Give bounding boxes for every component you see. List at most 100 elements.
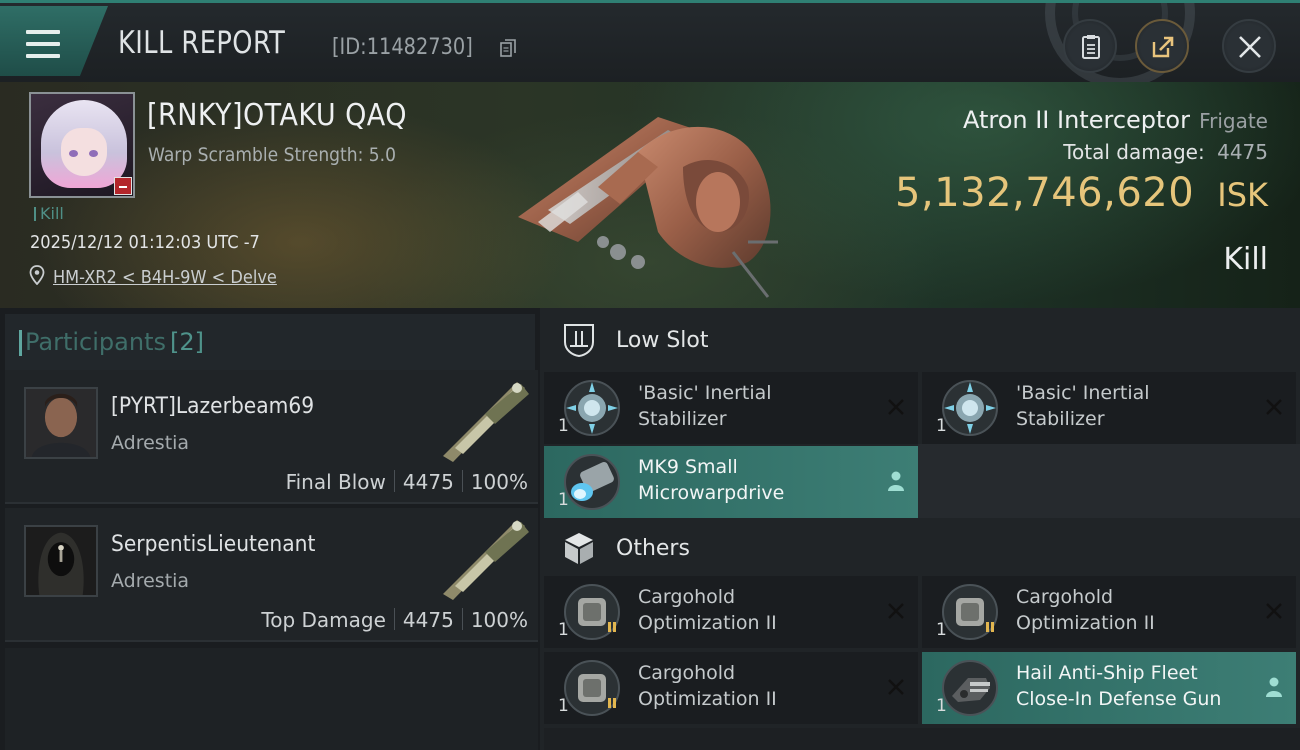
module-quantity: 1 — [936, 620, 947, 640]
dropped-person-icon — [888, 471, 904, 491]
module-name-line2: Optimization II — [1016, 612, 1155, 634]
module-slot[interactable]: 1 Cargohold Optimization II — [922, 576, 1296, 648]
module-name: Cargohold Optimization II — [1016, 584, 1256, 636]
kill-datetime: 2025/12/12 01:12:03 UTC -7 — [30, 232, 260, 253]
participant-damage: 4475 — [402, 470, 454, 494]
warp-scramble-strength: Warp Scramble Strength: 5.0 — [148, 144, 396, 166]
participant-row[interactable]: SerpentisLieutenant Adrestia Top Damage 4… — [5, 508, 538, 642]
notes-icon — [1082, 35, 1100, 59]
module-slot[interactable]: 1 'Basic' Inertial Stabilizer — [544, 372, 918, 444]
close-button[interactable] — [1222, 19, 1276, 73]
destroyed-icon — [888, 679, 904, 695]
participants-title: Participants [2] — [19, 328, 204, 356]
participant-percent: 100% — [470, 608, 528, 632]
copy-icon[interactable] — [500, 39, 516, 57]
header-bar: KILL REPORT [ID:11482730] — [0, 0, 1300, 85]
module-slot[interactable]: 1 Hail Anti-Ship Fleet Close-In Defense … — [922, 652, 1296, 724]
participant-percent: 100% — [470, 470, 528, 494]
module-name-line1: MK9 Small — [638, 456, 738, 478]
share-icon — [1152, 36, 1174, 58]
module-name-line2: Close-In Defense Gun — [1016, 688, 1222, 710]
participant-portrait — [24, 525, 98, 597]
module-slot[interactable]: 1 MK9 Small Microwarpdrive — [544, 446, 918, 518]
participant-corp: Adrestia — [111, 432, 190, 454]
module-name-line1: 'Basic' Inertial — [1016, 382, 1150, 404]
avatar-eye — [69, 150, 78, 157]
module-name-line2: Microwarpdrive — [638, 482, 785, 504]
participant-row[interactable]: [PYRT]Lazerbeam69 Adrestia Final Blow 447… — [5, 370, 538, 504]
cargohold-optimization-icon — [564, 584, 620, 640]
participant-role: Final Blow — [285, 470, 386, 494]
module-quantity: 1 — [558, 416, 569, 436]
low-slot-icon — [564, 324, 594, 358]
module-quantity: 1 — [558, 490, 569, 510]
menu-icon — [26, 30, 62, 58]
module-slot[interactable]: 1 Cargohold Optimization II — [544, 652, 918, 724]
participant-corp: Adrestia — [111, 570, 190, 592]
module-name-line2: Stabilizer — [638, 408, 727, 430]
module-name: Cargohold Optimization II — [638, 584, 878, 636]
ship-render — [518, 117, 778, 298]
participants-count: [2] — [169, 328, 204, 356]
module-quantity: 1 — [558, 620, 569, 640]
dropped-person-icon — [1266, 677, 1282, 697]
module-slot[interactable]: 1 'Basic' Inertial Stabilizer — [922, 372, 1296, 444]
participants-empty-area — [5, 648, 538, 750]
participant-stats: Final Blow 4475 100% — [286, 470, 528, 494]
participants-header[interactable]: Participants [2] — [5, 314, 535, 370]
participant-stats: Top Damage 4475 100% — [261, 608, 528, 632]
microwarpdrive-icon — [564, 454, 620, 510]
module-name: 'Basic' Inertial Stabilizer — [1016, 380, 1256, 432]
low-slot-label: Low Slot — [616, 328, 709, 353]
module-slot[interactable]: 1 Cargohold Optimization II — [544, 576, 918, 648]
share-button[interactable] — [1135, 19, 1189, 73]
menu-button[interactable] — [0, 6, 108, 76]
location-pin-icon — [29, 265, 45, 285]
module-name-line1: Cargohold — [1016, 586, 1114, 608]
module-name: Cargohold Optimization II — [638, 660, 878, 712]
participant-name: SerpentisLieutenant — [111, 532, 316, 557]
module-name-line1: 'Basic' Inertial — [638, 382, 772, 404]
participant-role: Top Damage — [261, 608, 386, 632]
module-quantity: 1 — [936, 696, 947, 716]
fitting-panel: Low Slot 1 'Basic' Inertial Stabilizer 1… — [540, 308, 1300, 750]
others-header: Others — [544, 518, 1300, 580]
victim-summary: [RNKY]OTAKU QAQ Warp Scramble Strength: … — [0, 82, 1300, 308]
cargohold-optimization-icon — [564, 660, 620, 716]
module-name: MK9 Small Microwarpdrive — [638, 454, 878, 506]
others-label: Others — [616, 536, 690, 561]
participant-damage: 4475 — [402, 608, 454, 632]
avatar-face — [61, 128, 107, 176]
module-name-line1: Cargohold — [638, 586, 736, 608]
defense-gun-icon — [942, 660, 998, 716]
weapon-icon — [443, 520, 529, 600]
notes-button[interactable] — [1063, 19, 1117, 73]
module-name-line2: Optimization II — [638, 688, 777, 710]
avatar-eye — [89, 150, 98, 157]
participant-portrait — [24, 387, 98, 459]
empty-slot — [918, 444, 1300, 518]
isk-unit: ISK — [1217, 176, 1268, 214]
cargohold-optimization-icon — [942, 584, 998, 640]
fitting-bottom-band — [544, 728, 1300, 750]
cargo-box-icon — [565, 533, 593, 564]
inertial-stabilizer-icon — [564, 380, 620, 436]
kill-outcome: Kill — [1223, 242, 1268, 277]
module-quantity: 1 — [558, 696, 569, 716]
destroyed-icon — [888, 399, 904, 415]
isk-value-line: 5,132,746,620 ISK — [895, 170, 1268, 216]
victim-name[interactable]: [RNKY]OTAKU QAQ — [147, 98, 407, 133]
standing-badge — [114, 177, 132, 195]
destroyed-icon — [1266, 603, 1282, 619]
weapon-icon — [443, 382, 529, 462]
inertial-stabilizer-icon — [942, 380, 998, 436]
page-title: KILL REPORT — [118, 25, 286, 61]
total-damage-value: 4475 — [1217, 140, 1268, 164]
kill-location-link[interactable]: HM-XR2 < B4H-9W < Delve — [53, 267, 277, 288]
participant-name: [PYRT]Lazerbeam69 — [111, 394, 315, 419]
module-quantity: 1 — [936, 416, 947, 436]
total-damage-label: Total damage: — [1063, 140, 1205, 164]
ship-type[interactable]: Atron II Interceptor Frigate — [963, 106, 1268, 134]
module-name: Hail Anti-Ship Fleet Close-In Defense Gu… — [1016, 660, 1256, 712]
module-name-line2: Optimization II — [638, 612, 777, 634]
